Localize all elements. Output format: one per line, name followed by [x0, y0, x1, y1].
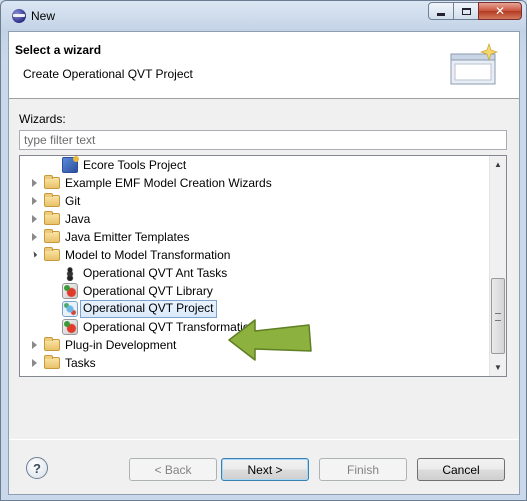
folder-icon — [44, 193, 60, 207]
close-button[interactable]: ✕ — [478, 2, 522, 20]
tree-item-label: Tasks — [65, 356, 96, 370]
folder-icon — [44, 175, 60, 189]
scrollbar-thumb[interactable] — [491, 278, 505, 354]
collapsed-arrow-icon[interactable] — [32, 197, 37, 205]
new-wizard-window: New ✕ Select a wizard Create Operational… — [0, 0, 527, 501]
wizards-label: Wizards: — [19, 112, 66, 126]
minimize-icon — [437, 12, 445, 16]
help-button[interactable]: ? — [26, 457, 48, 479]
tree-item[interactable]: Java — [20, 210, 490, 228]
qvt-transformation-icon — [62, 319, 78, 335]
folder-icon — [44, 247, 60, 261]
scroll-down-icon[interactable]: ▼ — [490, 359, 506, 376]
qvt-library-icon — [62, 283, 78, 299]
button-bar-separator — [9, 439, 519, 440]
tree-item[interactable]: Operational QVT Library — [20, 282, 490, 300]
folder-icon — [44, 229, 60, 243]
tree-item-label: Ecore Tools Project — [83, 158, 187, 172]
collapsed-arrow-icon[interactable] — [32, 233, 37, 241]
dialog-body: Select a wizard Create Operational QVT P… — [8, 31, 520, 495]
next-button[interactable]: Next > — [221, 458, 309, 481]
tree-item-label: Java Emitter Templates — [65, 230, 190, 244]
title-bar[interactable]: New ✕ — [1, 1, 526, 31]
tree-item-label: Plug-in Development — [65, 338, 177, 352]
collapsed-arrow-icon[interactable] — [32, 359, 37, 367]
finish-button[interactable]: Finish — [319, 458, 407, 481]
folder-icon — [44, 337, 60, 351]
annotation-arrow-icon — [228, 319, 312, 361]
tree-item[interactable]: Ecore Tools Project — [20, 156, 490, 174]
minimize-button[interactable] — [428, 2, 454, 20]
window-title: New — [31, 9, 56, 23]
cancel-button[interactable]: Cancel — [417, 458, 505, 481]
tree-item-label: Operational QVT Ant Tasks — [83, 266, 228, 280]
qvt-project-icon — [62, 301, 78, 317]
ant-icon — [62, 265, 78, 281]
tree-item[interactable]: Model to Model Transformation — [20, 246, 490, 264]
collapsed-arrow-icon[interactable] — [32, 341, 37, 349]
ecore-tools-icon — [62, 156, 79, 173]
window-controls: ✕ — [428, 2, 522, 20]
eclipse-icon — [12, 9, 26, 23]
tree-item[interactable]: Operational QVT Ant Tasks — [20, 264, 490, 282]
page-title: Select a wizard — [15, 43, 102, 57]
filter-input[interactable] — [19, 130, 507, 150]
close-icon: ✕ — [494, 4, 506, 18]
wizard-banner-icon — [450, 42, 499, 85]
back-button[interactable]: < Back — [129, 458, 217, 481]
folder-icon — [44, 355, 60, 369]
tree-item[interactable]: Java Emitter Templates — [20, 228, 490, 246]
tree-item-label: Git — [65, 194, 81, 208]
tree-item[interactable]: Example EMF Model Creation Wizards — [20, 174, 490, 192]
collapsed-arrow-icon[interactable] — [32, 179, 37, 187]
tree-item-label: Java — [65, 212, 91, 226]
tree-item-label: Operational QVT Project — [80, 300, 217, 318]
tree-item[interactable]: Git — [20, 192, 490, 210]
maximize-button[interactable] — [453, 2, 479, 20]
tree-item-label: Model to Model Transformation — [65, 248, 231, 262]
tree-item-label: Example EMF Model Creation Wizards — [65, 176, 272, 190]
collapsed-arrow-icon[interactable] — [32, 215, 37, 223]
tree-scrollbar[interactable]: ▲ ▼ — [489, 156, 506, 376]
folder-icon — [44, 211, 60, 225]
tree-item-label: Operational QVT Library — [83, 284, 213, 298]
page-description: Create Operational QVT Project — [23, 67, 193, 81]
maximize-icon — [461, 7, 471, 15]
wizard-header: Select a wizard Create Operational QVT P… — [9, 32, 519, 99]
scroll-up-icon[interactable]: ▲ — [490, 156, 506, 173]
expanded-arrow-icon[interactable] — [30, 251, 38, 258]
